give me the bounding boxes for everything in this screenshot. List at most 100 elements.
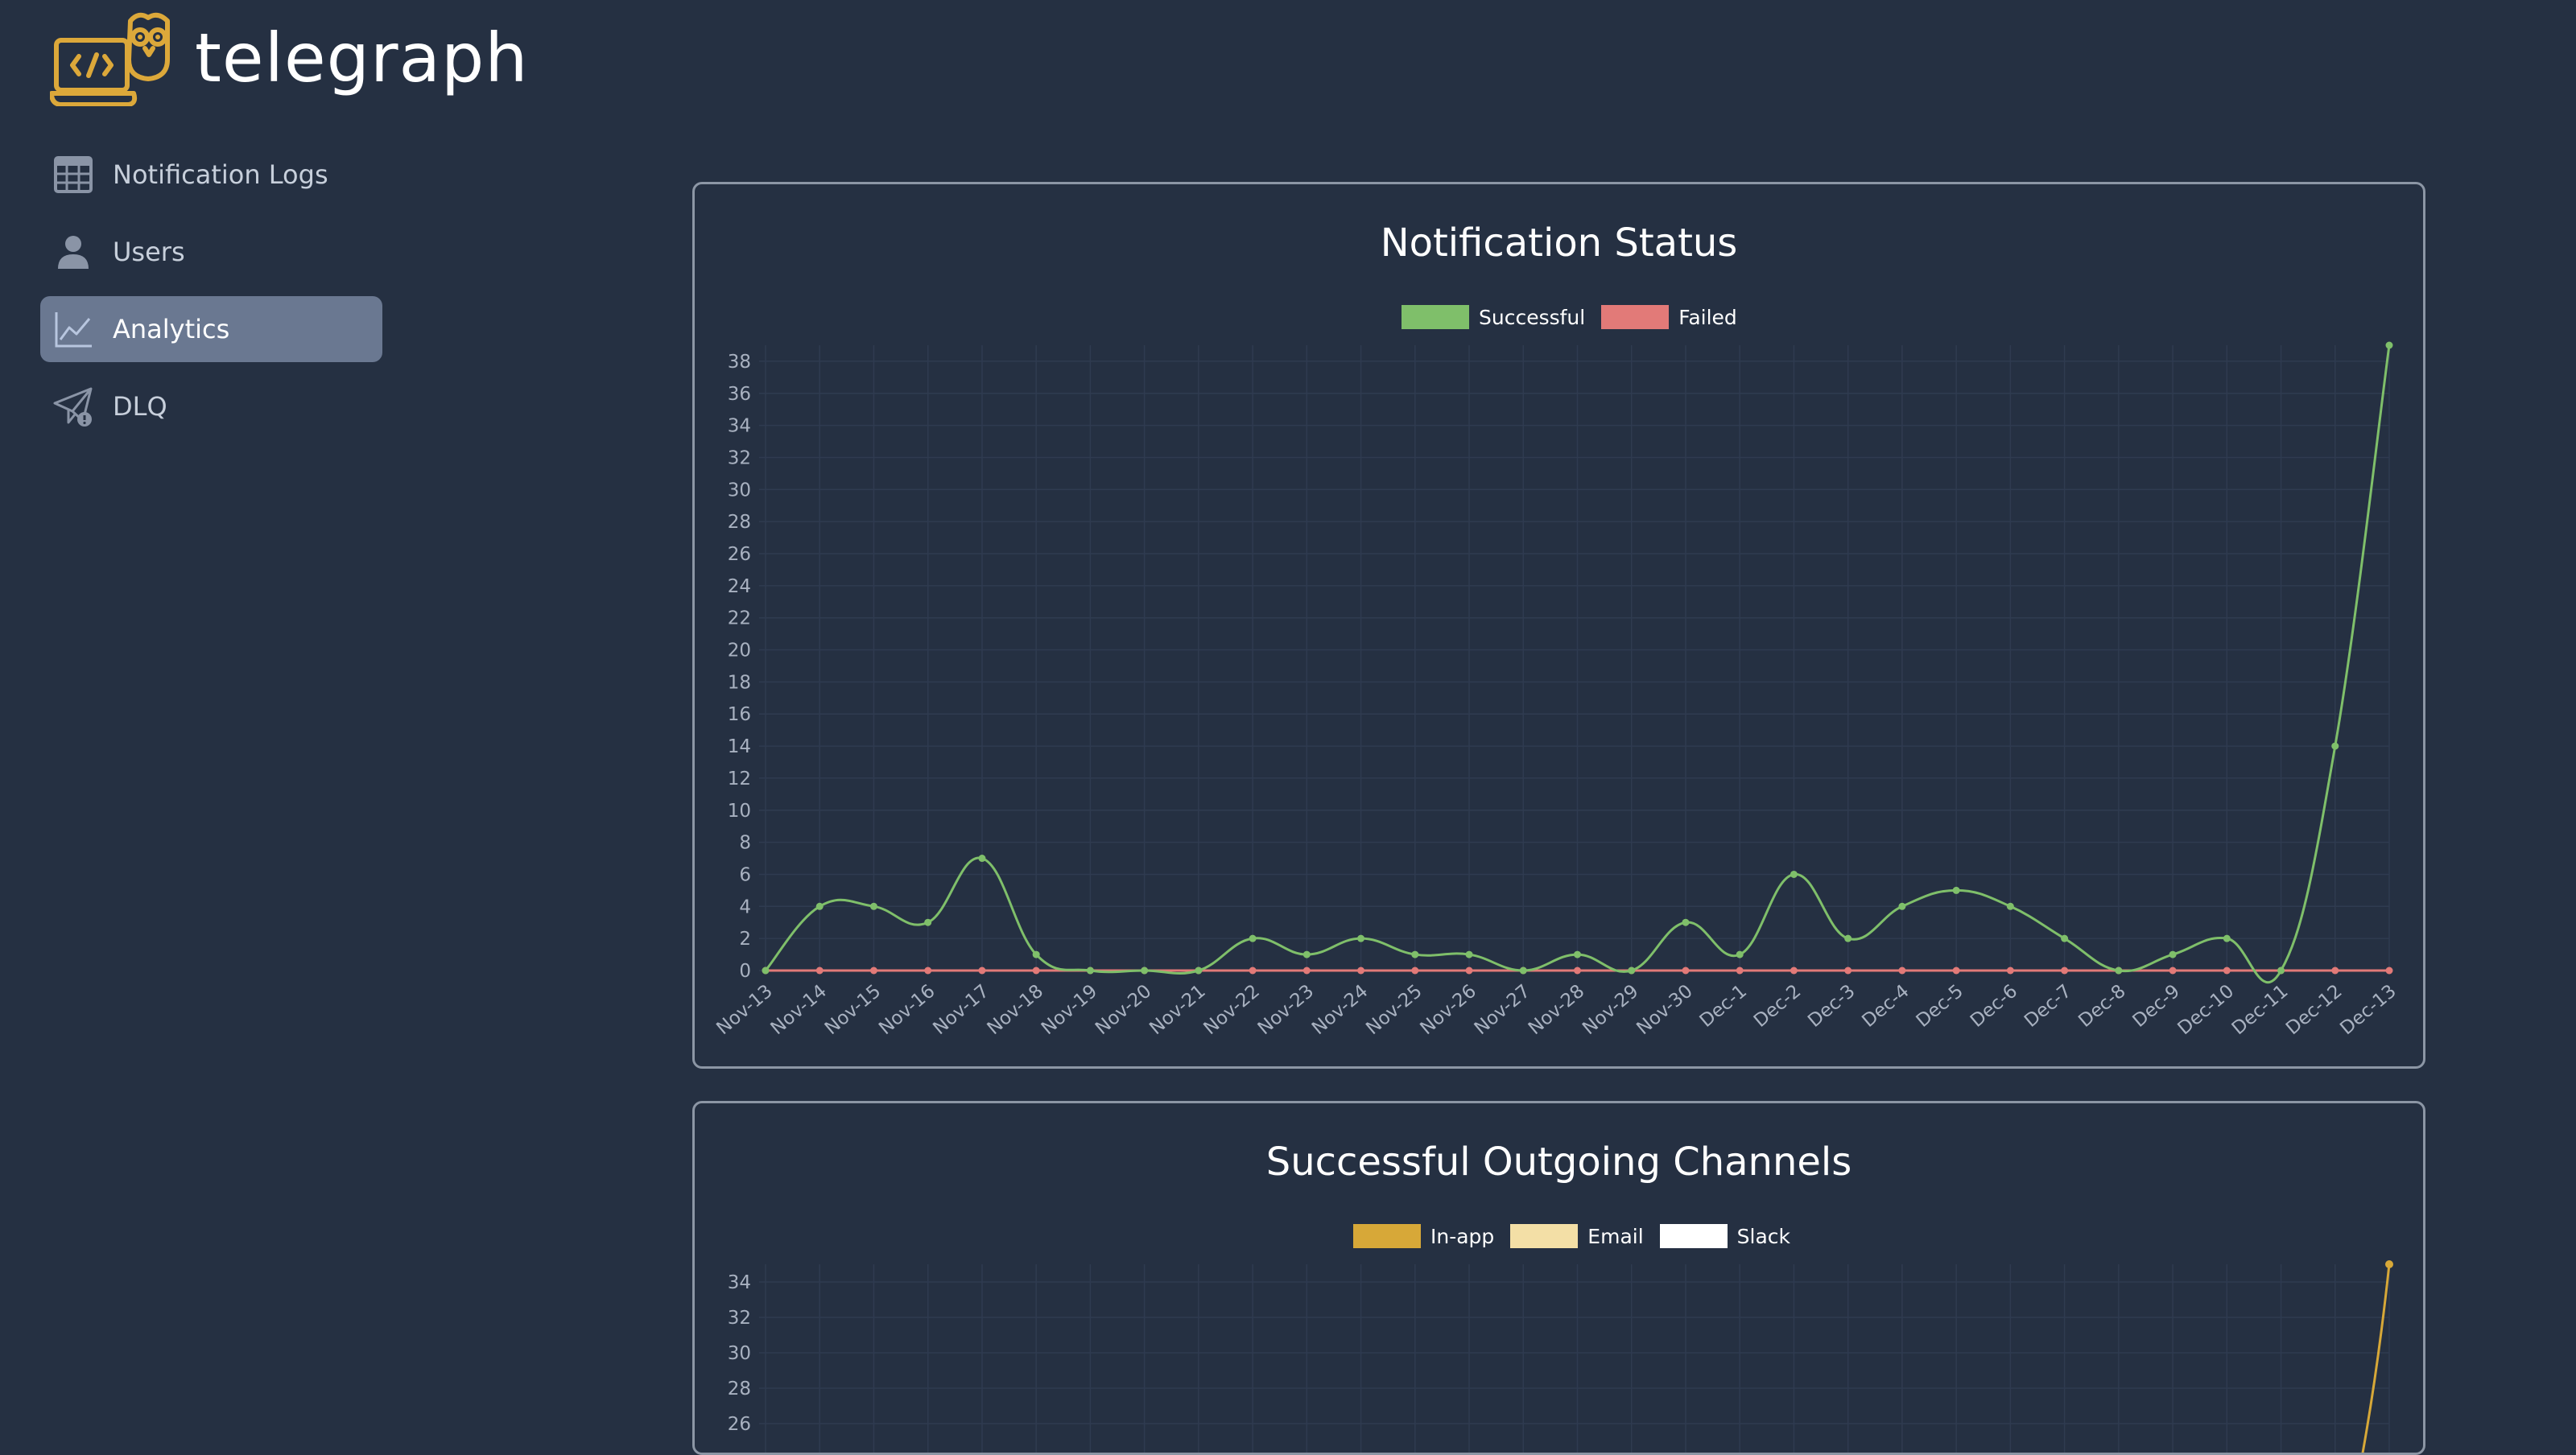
y-tick-label: 38 [728,352,751,373]
y-tick-label: 10 [728,801,751,822]
x-tick-label: Nov-30 [1633,981,1696,1040]
app-name: telegraph [195,19,529,97]
sidebar-item-notification-logs[interactable]: Notification Logs [40,142,382,208]
x-tick-label: Nov-28 [1525,981,1588,1040]
data-point-failed [1682,967,1690,975]
y-tick-label: 30 [728,480,751,501]
data-point-successful [2115,967,2123,975]
data-point-failed [2169,967,2177,975]
data-point-failed [1249,967,1257,975]
data-point-successful [924,918,932,926]
x-tick-label: Nov-21 [1146,981,1209,1040]
x-tick-label: Dec-7 [2021,981,2075,1032]
y-tick-label: 20 [728,641,751,662]
x-tick-label: Nov-25 [1362,981,1426,1040]
successful-outgoing-channels-card: Successful Outgoing Channels In-app Emai… [692,1101,2425,1455]
y-tick-label: 16 [728,704,751,725]
data-point-successful [762,967,770,975]
data-point-successful [2385,341,2393,349]
y-tick-label: 28 [728,512,751,533]
x-tick-label: Nov-23 [1254,981,1318,1040]
x-tick-label: Nov-26 [1416,981,1480,1040]
data-point-successful [1952,886,1960,894]
sidebar-item-dlq[interactable]: DLQ [40,373,382,439]
data-point-successful [1844,934,1852,942]
data-point-failed [2223,967,2231,975]
x-tick-label: Dec-13 [2336,981,2401,1040]
data-point-successful [1790,870,1798,878]
x-tick-label: Nov-18 [984,981,1047,1040]
sidebar-item-analytics[interactable]: Analytics [40,296,382,362]
x-tick-label: Dec-3 [1804,981,1859,1032]
data-point-successful [815,902,824,910]
x-tick-label: Nov-16 [875,981,939,1040]
successful-outgoing-channels-chart: 34 32 30 28 26 [728,1260,2393,1453]
x-tick-label: Nov-19 [1038,981,1101,1040]
data-point-failed [1302,967,1311,975]
y-tick-label: 34 [728,1272,751,1293]
y-tick-label: 26 [728,544,751,565]
sidebar-item-label: Notification Logs [113,159,328,190]
data-point-failed [1032,967,1040,975]
data-point-successful [1302,950,1311,958]
data-point-failed [869,967,877,975]
data-point-failed [924,967,932,975]
data-point-successful [1574,950,1581,958]
data-point-failed [1411,967,1419,975]
data-point-failed [1844,967,1852,975]
data-point-successful [1628,967,1636,975]
x-tick-label: Nov-29 [1579,981,1642,1040]
table-icon [52,153,95,196]
sidebar-item-users[interactable]: Users [40,219,382,285]
data-point-successful [2277,967,2285,975]
x-tick-label: Dec-6 [1967,981,2021,1032]
data-point-failed [1790,967,1798,975]
x-tick-label: Dec-1 [1696,981,1751,1032]
data-point-successful [869,902,877,910]
data-point-failed [2006,967,2014,975]
y-tick-label: 28 [728,1379,751,1399]
y-tick-label: 0 [739,961,751,982]
data-point-successful [1086,967,1094,975]
data-point-successful [1682,918,1690,926]
data-point-failed [1736,967,1744,975]
y-tick-label: 32 [728,447,751,468]
y-tick-label: 26 [728,1414,751,1435]
x-tick-label: Nov-24 [1308,981,1372,1040]
data-point-failed [1357,967,1365,975]
y-tick-label: 32 [728,1308,751,1329]
data-point-successful [2169,950,2177,958]
data-point-successful [1141,967,1149,975]
y-tick-label: 8 [739,833,751,854]
data-point-successful [1411,950,1419,958]
y-tick-label: 24 [728,576,751,597]
x-tick-label: Dec-8 [2074,981,2129,1032]
notification-status-chart: 02468101214161820222426283032343638Nov-1… [712,341,2401,1040]
data-point-successful [2331,742,2339,750]
y-tick-label: 6 [739,864,751,885]
owl-laptop-logo-icon [50,12,170,106]
paper-plane-alert-icon [52,385,95,428]
data-point-failed [1465,967,1473,975]
x-tick-label: Nov-13 [712,981,776,1040]
data-point-successful [1465,950,1473,958]
x-tick-label: Dec-11 [2228,981,2293,1040]
data-point-successful [1195,967,1203,975]
data-point-failed [2061,967,2069,975]
data-point-successful [1032,950,1040,958]
x-tick-label: Dec-5 [1913,981,1967,1032]
notification-status-card: Notification Status Successful Failed 02… [692,182,2425,1069]
x-tick-label: Nov-14 [767,981,831,1040]
data-point-failed [2331,967,2339,975]
data-point-successful [1898,902,1906,910]
data-point-failed [1574,967,1581,975]
y-tick-label: 22 [728,608,751,629]
sidebar-nav: Notification Logs Users Analytics DLQ [40,142,382,451]
sidebar-item-label: Analytics [113,314,230,344]
data-point-in-app [2385,1260,2393,1268]
brand: telegraph [50,10,529,106]
sidebar-item-label: Users [113,237,185,267]
x-tick-label: Dec-2 [1750,981,1805,1032]
y-tick-label: 4 [739,896,751,917]
x-tick-label: Nov-20 [1092,981,1155,1040]
